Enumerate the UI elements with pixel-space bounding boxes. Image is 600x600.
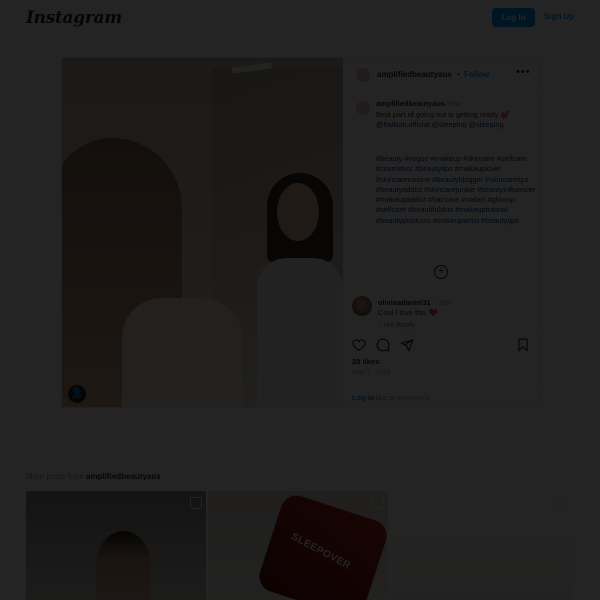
action-bar <box>344 330 539 352</box>
commenter-avatar[interactable] <box>352 296 372 316</box>
reel-icon <box>190 497 202 509</box>
add-circle-icon[interactable]: + <box>434 265 448 279</box>
login-prompt: Log in to like or comment. <box>344 384 539 408</box>
login-text: to like or comment. <box>367 393 432 402</box>
caption-time: 30w <box>447 99 461 108</box>
comment-reply[interactable]: Reply <box>396 322 415 329</box>
hashtags[interactable]: #beauty #vogue #makeup #skincare #selfca… <box>376 154 536 226</box>
caption-tags[interactable]: @hailsalt.official @sleeping @sleeping <box>376 120 534 131</box>
more-posts-prefix: More posts from <box>26 472 84 481</box>
post-sidebar: amplifiedbeautyaus • Follow ••• amplifie… <box>344 58 539 407</box>
top-bar: Instagram Log In Sign Up <box>0 0 600 36</box>
avatar[interactable] <box>356 68 370 82</box>
reel-icon <box>372 497 384 509</box>
comment-time: 30w <box>438 298 452 307</box>
post-date: May 7, 2023 <box>352 369 391 376</box>
instagram-logo[interactable]: Instagram <box>26 8 122 28</box>
comment-text: Cool I love this ❤️ <box>378 308 438 317</box>
grid-post-3[interactable] <box>390 491 571 600</box>
user-tag-icon[interactable]: 👤 <box>68 385 86 403</box>
reflection-face <box>277 183 319 241</box>
comment-icon[interactable] <box>376 338 390 352</box>
follow-button[interactable]: Follow <box>464 70 489 79</box>
follow-separator: • <box>457 70 460 79</box>
reflection-coat <box>257 258 343 407</box>
grid-post-1[interactable] <box>26 491 206 600</box>
more-posts-username[interactable]: amplifiedbeautyaus <box>86 472 161 481</box>
more-posts-heading: More posts from amplifiedbeautyaus <box>26 472 161 481</box>
post-card: 👤 amplifiedbeautyaus • Follow ••• amplif… <box>61 57 540 408</box>
more-posts-grid: SLEEPOVER <box>26 491 571 600</box>
bookmark-icon[interactable] <box>516 338 530 352</box>
comment-username[interactable]: oliviaadaniel31 <box>378 298 431 307</box>
likes-count[interactable]: 28 likes <box>352 357 379 366</box>
caption-username[interactable]: amplifiedbeautyaus <box>376 99 445 108</box>
signup-link[interactable]: Sign Up <box>544 12 574 21</box>
login-button[interactable]: Log In <box>492 8 535 27</box>
header-username[interactable]: amplifiedbeautyaus <box>377 70 452 79</box>
share-icon[interactable] <box>400 338 414 352</box>
post-photo[interactable]: 👤 <box>62 58 343 407</box>
post-header: amplifiedbeautyaus • Follow ••• <box>344 58 539 93</box>
grid-post-1-person <box>96 531 151 600</box>
grid-post-2[interactable]: SLEEPOVER <box>208 491 388 600</box>
comment-likes[interactable]: 1 like <box>378 322 394 329</box>
caption-text: Best part of going out is getting ready … <box>376 109 510 119</box>
reel-icon <box>554 497 566 509</box>
more-icon[interactable]: ••• <box>516 66 531 78</box>
woman-shirt <box>122 298 242 407</box>
heart-icon[interactable] <box>352 338 366 352</box>
caption: amplifiedbeautyaus 30w Best part of goin… <box>356 99 534 131</box>
